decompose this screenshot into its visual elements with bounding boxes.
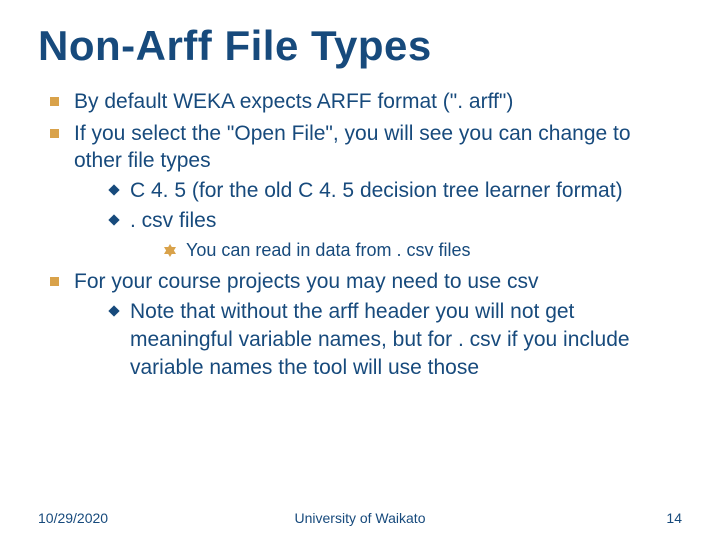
bullet-list: By default WEKA expects ARFF format (". … [38, 88, 682, 381]
sub-bullet-text: C 4. 5 (for the old C 4. 5 decision tree… [130, 179, 623, 202]
bullet-item: By default WEKA expects ARFF format (". … [44, 88, 682, 116]
sub-sub-bullet-item: You can read in data from . csv files [164, 239, 682, 263]
sub-bullet-item: C 4. 5 (for the old C 4. 5 decision tree… [106, 177, 682, 205]
sub-bullet-item: . csv files You can read in data from . … [106, 207, 682, 262]
bullet-text: If you select the "Open File", you will … [74, 122, 631, 173]
footer: 10/29/2020 University of Waikato 14 [0, 510, 720, 526]
sub-bullet-list: Note that without the arff header you wi… [74, 298, 682, 381]
sub-sub-bullet-list: You can read in data from . csv files [130, 239, 682, 263]
bullet-text: For your course projects you may need to… [74, 270, 539, 293]
sub-bullet-text: . csv files [130, 209, 216, 232]
sub-bullet-item: Note that without the arff header you wi… [106, 298, 682, 381]
sub-bullet-text: Note that without the arff header you wi… [130, 300, 630, 378]
bullet-item: If you select the "Open File", you will … [44, 120, 682, 263]
sub-sub-bullet-text: You can read in data from . csv files [186, 240, 470, 260]
slide-title: Non-Arff File Types [38, 22, 682, 70]
star-icon [164, 244, 176, 256]
bullet-item: For your course projects you may need to… [44, 268, 682, 381]
footer-org: University of Waikato [0, 510, 720, 526]
slide: Non-Arff File Types By default WEKA expe… [0, 0, 720, 540]
bullet-text: By default WEKA expects ARFF format (". … [74, 90, 513, 113]
sub-bullet-list: C 4. 5 (for the old C 4. 5 decision tree… [74, 177, 682, 262]
